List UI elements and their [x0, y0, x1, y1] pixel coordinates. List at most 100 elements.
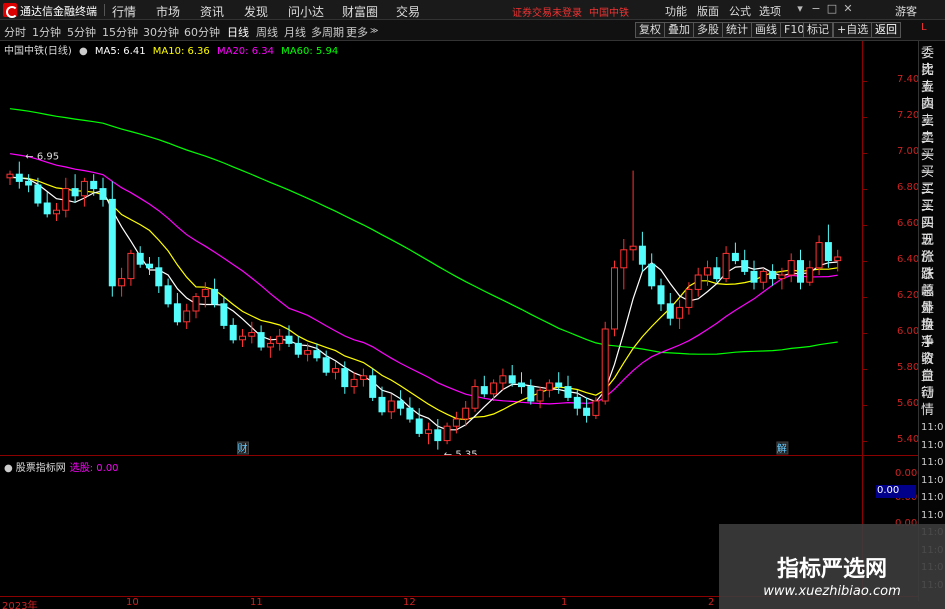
menu-dropdown-icon[interactable]: ▾: [793, 2, 807, 16]
candle: [750, 260, 758, 290]
ma60-line: [9, 108, 838, 355]
candle: [71, 174, 79, 203]
menu-item-functions[interactable]: 功能: [665, 3, 687, 19]
candle: [99, 177, 107, 207]
candle: [564, 375, 572, 401]
more-dropdown-icon[interactable]: ≫: [370, 26, 378, 35]
candlestick-chart[interactable]: ← 6.95← 5.35财解: [0, 41, 862, 455]
price-tick: 7.40: [897, 73, 920, 85]
tab-30min[interactable]: 30分钟: [143, 24, 179, 40]
quote-side-panel: 委比 卖五 卖四 卖三 卖二 卖一 买一 买二 买三 买四 买五 现价 涨跌 涨幅 总量 外盘 换手 净资 收益 自动…: [918, 41, 945, 601]
menu-item-market[interactable]: 市场: [156, 3, 180, 20]
candle: [118, 267, 126, 297]
tab-intraday[interactable]: 分时: [4, 24, 26, 40]
candle: [164, 278, 172, 308]
price-tick: 6.80: [897, 181, 920, 193]
side-panel-time: 11:0: [921, 509, 944, 521]
candle: [769, 264, 777, 286]
date-tick: 2023年: [2, 601, 38, 609]
candle: [536, 386, 544, 409]
candle: [397, 390, 405, 416]
close-icon[interactable]: ✕: [841, 2, 855, 16]
price-tick: 6.20: [897, 289, 920, 301]
tab-5min[interactable]: 5分钟: [67, 24, 96, 40]
multi-stock-button[interactable]: 多股: [693, 22, 723, 38]
candle: [425, 422, 432, 445]
candle: [443, 422, 451, 445]
watermark-overlay: 指标严选网 www.xuezhibiao.com: [719, 524, 945, 609]
side-panel-time: 11:0: [921, 422, 944, 433]
tab-1min[interactable]: 1分钟: [32, 24, 61, 40]
adjust-button[interactable]: 复权: [635, 22, 665, 38]
side-panel-time: 11:0: [921, 474, 944, 486]
statistics-button[interactable]: 统计: [722, 22, 752, 38]
menu-item-formula[interactable]: 公式: [729, 3, 751, 19]
panel-divider: [0, 455, 918, 456]
menu-item-layout[interactable]: 版面: [697, 3, 719, 19]
candle: [201, 282, 209, 308]
candle: [694, 267, 702, 297]
tab-more[interactable]: 更多: [346, 24, 368, 40]
svg-text:解: 解: [777, 442, 787, 455]
candle: [592, 397, 600, 419]
date-tick: 1: [561, 597, 568, 608]
back-button[interactable]: 返回: [871, 22, 901, 38]
candle: [490, 379, 498, 401]
date-tick: 2: [708, 597, 715, 608]
ma10-line: [9, 176, 838, 421]
price-tick-mark: [863, 440, 867, 442]
menu-item-wealth-circle[interactable]: 财富圈: [342, 3, 378, 20]
candle: [15, 161, 23, 189]
candle: [471, 379, 479, 412]
candle: [638, 231, 646, 272]
indicator-settings-icon[interactable]: ●: [4, 463, 13, 474]
price-tick: 6.00: [897, 325, 920, 337]
candle: [508, 365, 516, 387]
candle: [25, 174, 33, 193]
maximize-icon[interactable]: □: [825, 2, 839, 16]
menu-item-options[interactable]: 选项: [759, 3, 781, 19]
guest-user[interactable]: 游客: [895, 3, 917, 19]
side-panel-label[interactable]: 行情: [921, 385, 945, 419]
tab-monthly[interactable]: 月线: [284, 24, 306, 40]
candle: [146, 257, 153, 275]
tab-60min[interactable]: 60分钟: [184, 24, 220, 40]
menu-item-market-quotes[interactable]: 行情: [112, 3, 136, 20]
tab-15min[interactable]: 15分钟: [102, 24, 138, 40]
overlay-button[interactable]: 叠加: [664, 22, 694, 38]
add-watchlist-button[interactable]: +自选: [833, 22, 873, 38]
candle: [741, 249, 749, 275]
tab-multi-period[interactable]: 多周期: [311, 24, 344, 40]
menu-item-ask[interactable]: 问小达: [288, 3, 324, 20]
candle: [43, 192, 51, 218]
menu-item-discover[interactable]: 发现: [244, 3, 268, 20]
watermark-title: 指标严选网: [776, 557, 887, 582]
candle: [211, 278, 219, 308]
tab-daily[interactable]: 日线: [227, 24, 249, 40]
menu-item-trade[interactable]: 交易: [396, 3, 420, 20]
price-tick-mark: [863, 188, 867, 190]
menu-item-news[interactable]: 资讯: [200, 3, 224, 20]
tab-weekly[interactable]: 周线: [256, 24, 278, 40]
indicator-name[interactable]: 股票指标网: [16, 463, 66, 474]
candle: [359, 368, 367, 387]
candle: [136, 246, 144, 268]
draw-line-button[interactable]: 画线: [751, 22, 781, 38]
minimize-icon[interactable]: −: [809, 2, 823, 16]
price-tick: 7.20: [897, 109, 920, 121]
date-tick: 12: [403, 597, 416, 608]
candle: [406, 397, 414, 423]
mark-button[interactable]: 标记: [803, 22, 833, 38]
financial-report-marker[interactable]: 财: [237, 441, 249, 455]
candle: [583, 397, 591, 423]
login-status[interactable]: 证券交易未登录: [512, 4, 582, 19]
side-panel-time: 11:0: [921, 492, 944, 503]
candle: [806, 260, 814, 286]
candle: [434, 419, 442, 450]
candle: [6, 170, 14, 185]
axis-mode-label[interactable]: L: [921, 22, 927, 33]
candle: [713, 257, 721, 283]
candle: [657, 278, 665, 311]
unlock-marker[interactable]: 解: [776, 441, 789, 455]
candle: [787, 253, 795, 283]
